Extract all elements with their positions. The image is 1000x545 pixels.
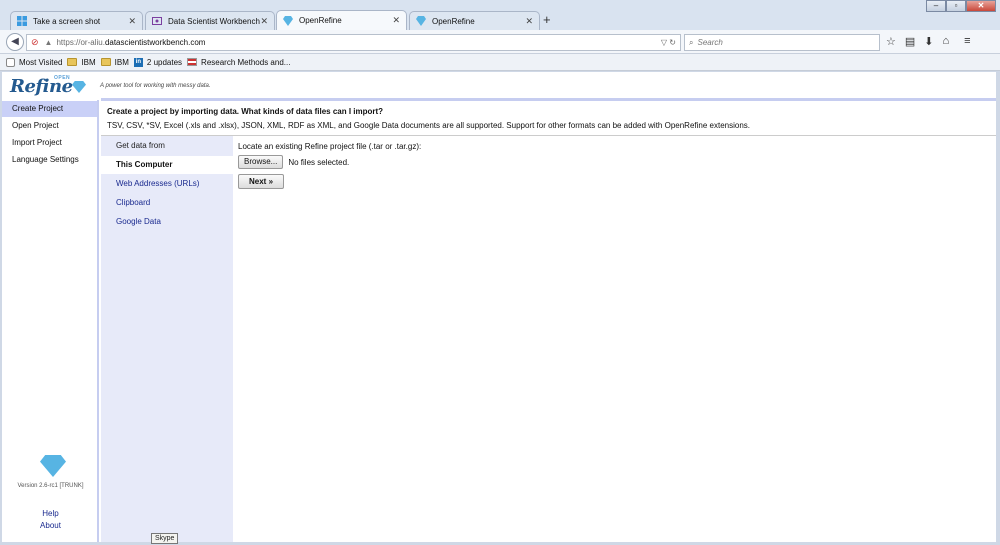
bookmark-label: IBM bbox=[114, 57, 129, 67]
folder-icon bbox=[67, 58, 78, 66]
left-navigation: Create Project Open Project Import Proje… bbox=[2, 100, 99, 542]
workbench-icon bbox=[152, 17, 162, 25]
minimize-button[interactable]: – bbox=[926, 0, 946, 12]
skype-tooltip: Skype bbox=[151, 533, 179, 544]
tab-data-scientist-workbench[interactable]: Data Scientist Workbench ✕ bbox=[145, 11, 275, 30]
bookmark-ibm-1[interactable]: IBM bbox=[67, 57, 96, 67]
data-source-list: Get data from This Computer Web Addresse… bbox=[101, 136, 233, 542]
openrefine-page: Refine OPEN A power tool for working wit… bbox=[2, 72, 996, 542]
tab-openrefine[interactable]: OpenRefine ✕ bbox=[409, 11, 540, 30]
bookmarks-toolbar: Most Visited IBM IBM in 2 updates Researc… bbox=[0, 54, 1000, 71]
create-project-header: Create a project by importing data. What… bbox=[101, 98, 996, 136]
search-placeholder: Search bbox=[697, 38, 723, 47]
reading-list-icon[interactable]: ▤ bbox=[905, 35, 915, 48]
reload-icon[interactable]: ▽ ↻ bbox=[661, 38, 676, 47]
menu-icon[interactable]: ≡ bbox=[964, 35, 970, 48]
nav-create-project[interactable]: Create Project bbox=[2, 101, 97, 117]
bookmark-ibm-2[interactable]: IBM bbox=[100, 57, 129, 67]
locate-file-label: Locate an existing Refine project file (… bbox=[238, 142, 422, 151]
source-clipboard[interactable]: Clipboard bbox=[101, 194, 233, 212]
close-tab-icon[interactable]: ✕ bbox=[525, 16, 533, 27]
address-bar[interactable]: ⊘ ▲ https://or-aliu. datascientistworkben… bbox=[26, 34, 681, 51]
new-tab-button[interactable]: + bbox=[543, 12, 551, 27]
navigation-bar: ◀ ⊘ ▲ https://or-aliu. datascientistworkb… bbox=[0, 30, 1000, 54]
windows-icon bbox=[17, 16, 27, 26]
back-button[interactable]: ◀ bbox=[6, 33, 24, 51]
about-link[interactable]: About bbox=[2, 521, 99, 530]
openrefine-icon bbox=[416, 16, 426, 26]
bookmark-label: Research Methods and... bbox=[201, 57, 291, 67]
search-icon: ⌕ bbox=[689, 37, 694, 47]
close-tab-icon[interactable]: ✕ bbox=[392, 15, 400, 26]
close-window-button[interactable]: ✕ bbox=[966, 0, 996, 12]
logo-open-label: OPEN bbox=[54, 75, 71, 81]
bookmark-research-methods[interactable]: Research Methods and... bbox=[187, 58, 290, 67]
browser-tab-bar: Take a screen shot ✕ Data Scientist Work… bbox=[0, 0, 1000, 30]
url-host: datascientistworkbench.com bbox=[104, 38, 206, 47]
file-chooser-row: Browse... No files selected. bbox=[238, 155, 421, 169]
version-text: Version 2.6-rc1 [TRUNK] bbox=[17, 483, 84, 489]
window-controls: – ▫ ✕ bbox=[926, 0, 996, 12]
bookmark-label: IBM bbox=[81, 57, 96, 67]
search-input[interactable]: ⌕ Search bbox=[684, 34, 880, 51]
tab-label: OpenRefine bbox=[299, 16, 342, 25]
url-scheme: https://or-aliu. bbox=[56, 38, 105, 47]
tab-openrefine-active[interactable]: OpenRefine ✕ bbox=[276, 10, 407, 30]
tab-take-a-screen-shot[interactable]: Take a screen shot ✕ bbox=[10, 11, 143, 30]
nav-open-project[interactable]: Open Project bbox=[2, 118, 97, 134]
blocked-content-icon[interactable]: ⊘ bbox=[31, 37, 39, 48]
bookmark-label: 2 updates bbox=[146, 57, 183, 67]
no-files-selected-text: No files selected. bbox=[288, 157, 350, 167]
maximize-button[interactable]: ▫ bbox=[946, 0, 966, 12]
browse-button[interactable]: Browse... bbox=[238, 155, 284, 169]
diamond-icon bbox=[40, 455, 66, 477]
nav-language-settings[interactable]: Language Settings bbox=[2, 152, 97, 168]
flag-icon bbox=[187, 58, 198, 66]
openrefine-icon bbox=[283, 15, 293, 26]
tab-label: OpenRefine bbox=[432, 16, 475, 26]
bookmark-linkedin[interactable]: in 2 updates bbox=[133, 57, 183, 67]
tab-label: Take a screen shot bbox=[33, 16, 101, 26]
folder-icon bbox=[100, 58, 111, 66]
bookmark-star-icon[interactable]: ☆ bbox=[886, 35, 896, 48]
help-link[interactable]: Help bbox=[2, 509, 99, 518]
app-header: Refine OPEN A power tool for working wit… bbox=[2, 72, 996, 98]
supported-formats-text: TSV, CSV, *SV, Excel (.xls and .xlsx), J… bbox=[107, 121, 750, 130]
bookmark-most-visited[interactable]: Most Visited bbox=[6, 57, 63, 67]
page-title: Create a project by importing data. What… bbox=[107, 107, 384, 116]
most-visited-icon bbox=[6, 57, 15, 67]
diamond-logo-icon bbox=[72, 81, 86, 93]
linkedin-icon: in bbox=[133, 57, 143, 67]
tagline: A power tool for working with messy data… bbox=[100, 83, 211, 89]
this-computer-panel: Locate an existing Refine project file (… bbox=[238, 142, 421, 189]
toolbar-icons: ☆ ▤ ⬇ ⌂ ≡ bbox=[886, 35, 971, 48]
sources-title: Get data from bbox=[116, 141, 165, 150]
close-tab-icon[interactable]: ✕ bbox=[260, 16, 268, 27]
next-button[interactable]: Next » bbox=[238, 174, 285, 189]
source-google-data[interactable]: Google Data bbox=[101, 213, 233, 231]
close-tab-icon[interactable]: ✕ bbox=[128, 16, 136, 27]
security-warning-icon[interactable]: ▲ bbox=[45, 38, 53, 47]
bookmark-label: Most Visited bbox=[19, 57, 63, 67]
tab-label: Data Scientist Workbench bbox=[168, 16, 260, 26]
source-this-computer[interactable]: This Computer bbox=[101, 156, 233, 174]
home-icon[interactable]: ⌂ bbox=[943, 35, 950, 48]
download-icon[interactable]: ⬇ bbox=[924, 35, 933, 48]
source-web-addresses[interactable]: Web Addresses (URLs) bbox=[101, 175, 233, 193]
nav-import-project[interactable]: Import Project bbox=[2, 135, 97, 151]
